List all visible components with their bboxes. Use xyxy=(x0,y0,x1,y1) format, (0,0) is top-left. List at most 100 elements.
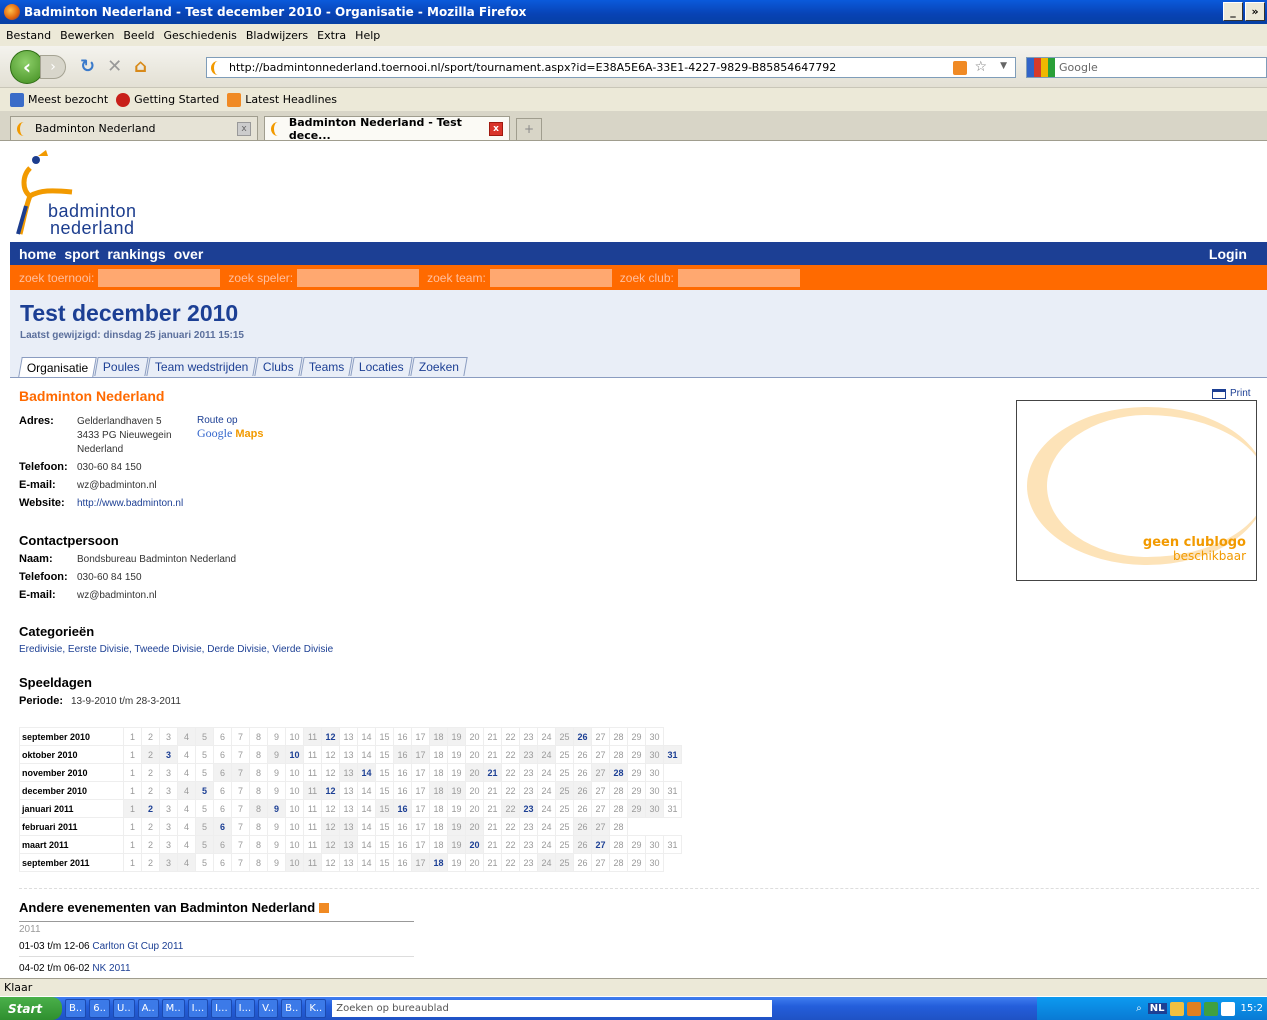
google-icon[interactable] xyxy=(1027,58,1055,77)
calendar-day[interactable]: 20 xyxy=(465,835,484,854)
calendar-day[interactable]: 23 xyxy=(519,799,538,818)
reload-icon[interactable]: ↻ xyxy=(80,56,95,77)
desktop-search-input[interactable]: Zoeken op bureaublad xyxy=(332,1000,773,1017)
search-bar[interactable]: Google xyxy=(1026,57,1267,78)
url-bar[interactable]: http://badmintonnederland.toernooi.nl/sp… xyxy=(206,57,1016,78)
nav-over[interactable]: over xyxy=(174,246,204,262)
tab-clubs[interactable]: Clubs xyxy=(254,357,303,376)
taskbar-item[interactable]: I... xyxy=(211,999,232,1018)
tab-label: Clubs xyxy=(263,360,295,374)
calendar-day[interactable]: 27 xyxy=(591,835,610,854)
adres-line: 3433 PG Nieuwegein xyxy=(77,430,172,441)
website-link[interactable]: http://www.badminton.nl xyxy=(77,498,183,509)
taskbar-item[interactable]: B.. xyxy=(65,999,87,1018)
bookmark-latest-headlines[interactable]: Latest Headlines xyxy=(227,92,337,107)
calendar-day[interactable]: 14 xyxy=(357,763,376,782)
calendar-day[interactable]: 28 xyxy=(609,763,628,782)
tab-organisatie[interactable]: Organisatie xyxy=(18,357,98,377)
menu-extra[interactable]: Extra xyxy=(317,29,346,42)
tab-locaties[interactable]: Locaties xyxy=(350,357,413,376)
search-player-input[interactable] xyxy=(297,268,420,287)
taskbar-item[interactable]: U.. xyxy=(112,999,135,1018)
calendar-day: 14 xyxy=(357,745,376,764)
calendar-day[interactable]: 26 xyxy=(573,727,592,746)
calendar-day[interactable]: 18 xyxy=(429,853,448,872)
language-indicator[interactable]: NL xyxy=(1147,1003,1167,1014)
stop-icon[interactable]: ✕ xyxy=(107,56,122,77)
tab-poules[interactable]: Poules xyxy=(94,357,149,376)
calendar-day[interactable]: 21 xyxy=(483,763,502,782)
calendar-day[interactable]: 10 xyxy=(285,745,304,764)
browser-tab-2[interactable]: Badminton Nederland - Test dece... x xyxy=(264,116,510,142)
menu-bestand[interactable]: Bestand xyxy=(6,29,51,42)
menu-beeld[interactable]: Beeld xyxy=(123,29,154,42)
calendar-day: 10 xyxy=(285,853,304,872)
calendar-day: 18 xyxy=(429,727,448,746)
taskbar-item[interactable]: K.. xyxy=(305,999,327,1018)
contact-email-value[interactable]: wz@badminton.nl xyxy=(77,590,157,601)
calendar-day[interactable]: 9 xyxy=(267,799,286,818)
app-icon[interactable] xyxy=(1186,1001,1201,1016)
email-value[interactable]: wz@badminton.nl xyxy=(77,480,157,491)
event-link[interactable]: NK 2011 xyxy=(92,963,130,974)
taskbar-item[interactable]: I... xyxy=(234,999,256,1018)
calendar-day[interactable]: 12 xyxy=(321,781,340,800)
calendar-day[interactable]: 31 xyxy=(663,745,682,764)
calendar-day[interactable]: 6 xyxy=(213,817,232,836)
taskbar-item[interactable]: I... xyxy=(187,999,209,1018)
tab-label: Poules xyxy=(103,360,140,374)
close-icon[interactable]: x xyxy=(237,122,251,136)
calendar-day[interactable]: 2 xyxy=(141,799,160,818)
shield-icon[interactable] xyxy=(1203,1001,1218,1016)
calendar-day[interactable]: 12 xyxy=(321,727,340,746)
menu-bewerken[interactable]: Bewerken xyxy=(60,29,114,42)
forward-button[interactable]: › xyxy=(40,54,66,79)
menu-bladwijzers[interactable]: Bladwijzers xyxy=(246,29,308,42)
calendar-day: 24 xyxy=(537,727,556,746)
nav-rankings[interactable]: rankings xyxy=(107,246,165,262)
calendar-day: 22 xyxy=(501,817,520,836)
rss-icon[interactable] xyxy=(953,61,967,75)
calendar-day[interactable]: 3 xyxy=(159,745,178,764)
minimize-button[interactable]: _ xyxy=(1223,2,1243,21)
back-button[interactable]: ‹ xyxy=(10,49,44,84)
search-club-input[interactable] xyxy=(677,268,800,287)
volume-icon[interactable] xyxy=(1220,1001,1235,1016)
taskbar-item[interactable]: A.. xyxy=(137,999,159,1018)
google-maps-link[interactable]: Route op Google Maps xyxy=(197,415,263,441)
calendar-day[interactable]: 5 xyxy=(195,781,214,800)
nav-home[interactable]: home xyxy=(19,246,56,262)
taskbar-item[interactable]: B.. xyxy=(281,999,303,1018)
rss-icon[interactable] xyxy=(319,902,330,913)
calendar-month: oktober 2010 xyxy=(19,745,124,764)
mail-icon[interactable] xyxy=(1169,1001,1184,1016)
calendar-day[interactable]: 16 xyxy=(393,799,412,818)
bookmark-meest-bezocht[interactable]: Meest bezocht xyxy=(10,92,108,107)
search-tournament-input[interactable] xyxy=(98,268,221,287)
login-link[interactable]: Login xyxy=(1209,246,1247,262)
browser-tab-1[interactable]: Badminton Nederland x xyxy=(10,116,258,140)
start-button[interactable]: Start xyxy=(0,997,62,1020)
tab-teams[interactable]: Teams xyxy=(300,357,354,376)
home-icon[interactable]: ⌂ xyxy=(134,56,147,77)
nav-sport[interactable]: sport xyxy=(64,246,99,262)
categories-list[interactable]: Eredivisie, Eerste Divisie, Tweede Divis… xyxy=(19,644,333,655)
event-link[interactable]: Carlton Gt Cup 2011 xyxy=(92,941,183,952)
menu-geschiedenis[interactable]: Geschiedenis xyxy=(164,29,237,42)
taskbar-item[interactable]: V.. xyxy=(258,999,279,1018)
bookmark-star-icon[interactable]: ☆ xyxy=(974,59,987,75)
bookmark-getting-started[interactable]: Getting Started xyxy=(116,92,219,107)
badminton-nederland-logo[interactable]: badminton nederland xyxy=(16,146,156,238)
taskbar-item[interactable]: M.. xyxy=(161,999,185,1018)
menu-help[interactable]: Help xyxy=(355,29,380,42)
maximize-button[interactable]: » xyxy=(1245,2,1265,21)
magnifier-icon[interactable]: ⌕ xyxy=(1136,1003,1142,1014)
taskbar-item[interactable]: 6.. xyxy=(89,999,110,1018)
tab-team-wedstrijden[interactable]: Team wedstrijden xyxy=(146,357,258,376)
new-tab-button[interactable]: + xyxy=(516,118,542,140)
close-icon[interactable]: x xyxy=(489,122,503,136)
tab-zoeken[interactable]: Zoeken xyxy=(410,357,468,376)
print-link[interactable]: Print xyxy=(1212,388,1251,399)
chevron-down-icon[interactable]: ▼ xyxy=(1000,61,1007,71)
search-team-input[interactable] xyxy=(489,268,612,287)
